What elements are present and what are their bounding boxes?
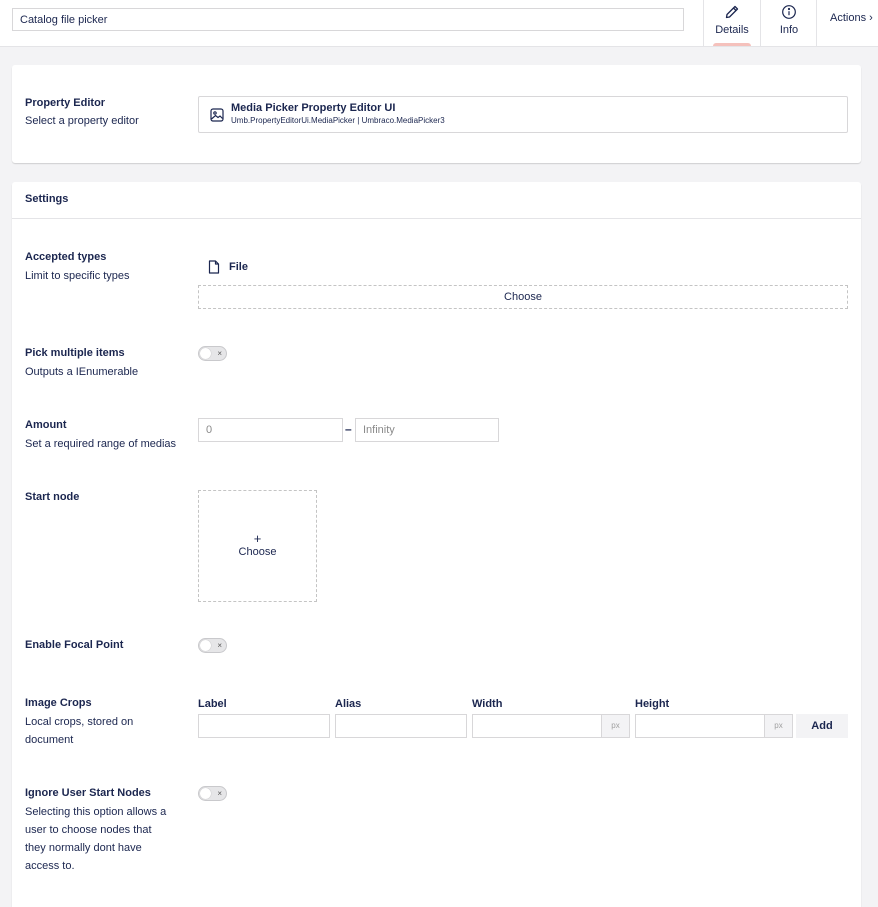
crop-width-column: Width [472, 698, 503, 710]
crop-label-column: Label [198, 698, 227, 710]
info-icon [782, 5, 796, 19]
ignore-start-nodes-description-line2: user to choose nodes that [25, 824, 152, 836]
amount-label: Amount [25, 419, 67, 431]
start-node-label: Start node [25, 491, 80, 503]
editor-name: Media Picker Property Editor UI [231, 102, 396, 114]
amount-description: Set a required range of medias [25, 438, 177, 450]
pick-multiple-toggle[interactable]: × [198, 346, 227, 361]
toggle-knob [200, 348, 211, 359]
amount-separator: – [345, 422, 352, 436]
crop-alias-input[interactable] [335, 714, 467, 738]
amount-min-input[interactable] [198, 418, 343, 442]
crop-width-unit: px [602, 714, 630, 738]
accepted-types-description: Limit to specific types [25, 270, 130, 282]
workspace-header: Details Info Actions› [0, 0, 878, 47]
plus-icon: + [253, 531, 262, 546]
tab-info[interactable]: Info [760, 0, 817, 46]
tab-details[interactable]: Details [703, 0, 760, 46]
chevron-right-icon: › [869, 12, 873, 24]
tab-details-label: Details [715, 24, 749, 36]
property-editor-label: Property Editor [25, 97, 106, 109]
add-crop-button[interactable]: Add [796, 714, 848, 738]
toggle-knob [200, 640, 211, 651]
ignore-start-nodes-toggle[interactable]: × [198, 786, 227, 801]
close-icon: × [217, 349, 222, 358]
active-tab-indicator [713, 43, 751, 46]
property-editor-card[interactable]: Media Picker Property Editor UI Umb.Prop… [198, 96, 848, 133]
editor-alias: Umb.PropertyEditorUi.MediaPicker | Umbra… [231, 116, 445, 125]
ignore-start-nodes-description-line4: access to. [25, 860, 75, 872]
image-crops-description-line2: document [25, 734, 74, 746]
accepted-types-label: Accepted types [25, 251, 107, 263]
crop-width-input[interactable] [472, 714, 602, 738]
image-icon [210, 108, 224, 122]
toggle-knob [200, 788, 211, 799]
close-icon: × [217, 789, 222, 798]
pick-multiple-description: Outputs a IEnumerable [25, 366, 139, 378]
property-editor-box: Property Editor Select a property editor… [12, 65, 861, 163]
settings-header: Settings [12, 182, 861, 219]
actions-menu-button[interactable]: Actions › [816, 0, 878, 46]
crop-height-input[interactable] [635, 714, 765, 738]
amount-max-input[interactable] [355, 418, 499, 442]
ignore-start-nodes-label: Ignore User Start Nodes [25, 787, 151, 799]
settings-box: Settings Accepted types Limit to specifi… [12, 182, 861, 907]
crop-alias-column: Alias [335, 698, 362, 710]
choose-accepted-types-button[interactable]: Choose [198, 285, 848, 309]
focal-point-label: Enable Focal Point [25, 639, 124, 651]
accepted-type-name: File [229, 261, 248, 273]
crop-height-column: Height [635, 698, 670, 710]
ignore-start-nodes-description-line1: Selecting this option allows a [25, 806, 167, 818]
property-editor-description: Select a property editor [25, 115, 139, 127]
close-icon: × [217, 641, 222, 650]
crop-height-unit: px [765, 714, 793, 738]
image-crops-label: Image Crops [25, 697, 92, 709]
actions-label: Actions [830, 12, 867, 24]
start-node-choose-button[interactable]: + Choose [198, 490, 317, 602]
pick-multiple-label: Pick multiple items [25, 347, 125, 359]
file-icon [208, 260, 220, 274]
tab-info-label: Info [779, 24, 799, 36]
focal-point-toggle[interactable]: × [198, 638, 227, 653]
start-node-choose-label: Choose [238, 546, 277, 558]
name-input[interactable] [12, 8, 684, 31]
ignore-start-nodes-description-line3: they normally dont have [25, 842, 142, 854]
pencil-icon [725, 5, 739, 19]
choose-accepted-types-label: Choose [504, 291, 542, 303]
settings-title: Settings [25, 193, 69, 205]
image-crops-description-line1: Local crops, stored on [25, 716, 134, 728]
crop-label-input[interactable] [198, 714, 330, 738]
